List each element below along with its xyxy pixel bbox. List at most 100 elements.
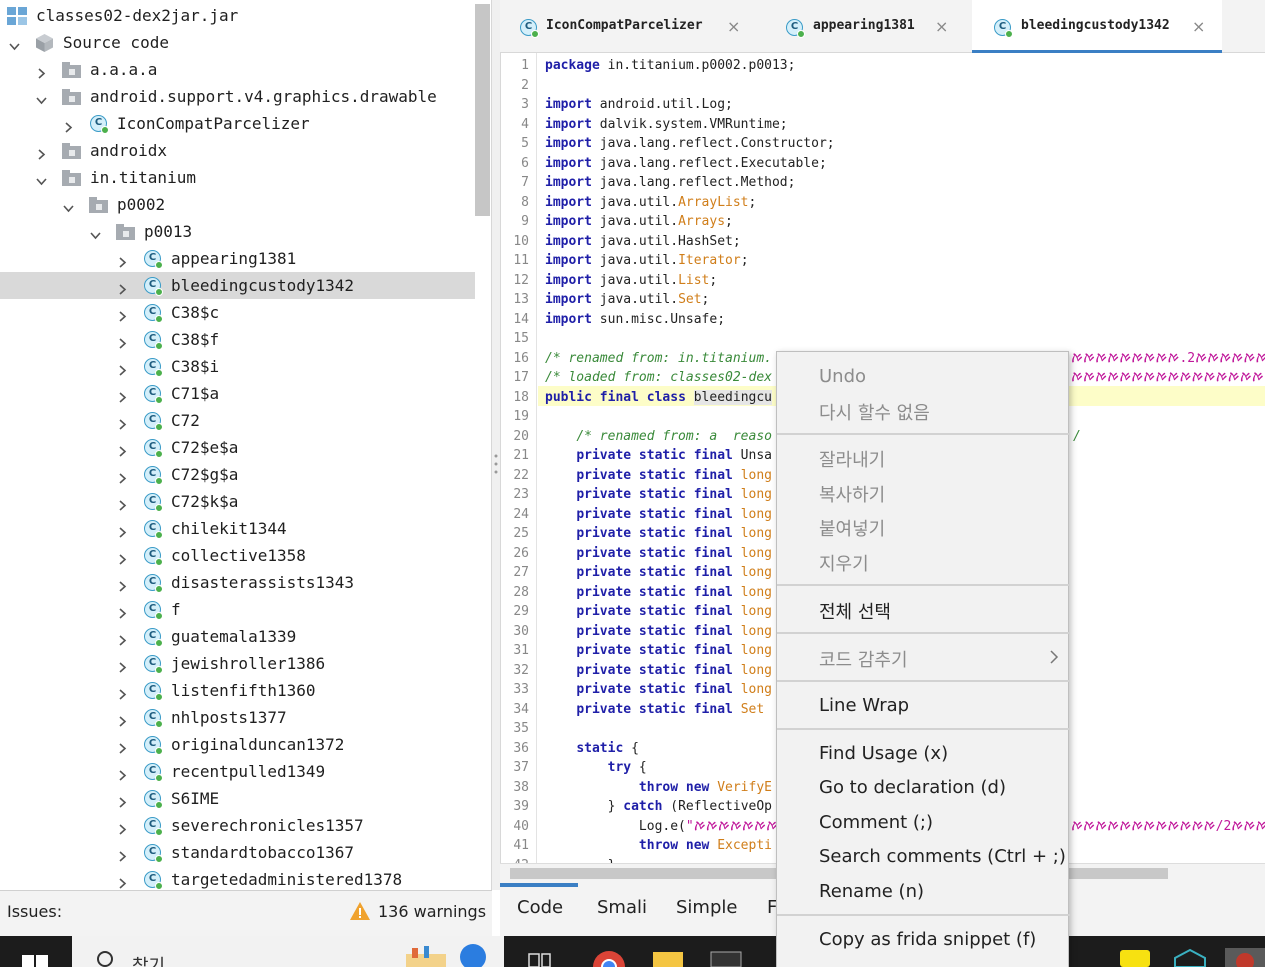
chevron-right-icon[interactable]	[117, 766, 128, 781]
menu-rename[interactable]: Rename (n)	[819, 881, 924, 902]
chevron-right-icon[interactable]	[117, 685, 128, 700]
tree-item[interactable]: Cstandardtobacco1367	[0, 839, 475, 866]
chevron-right-icon[interactable]	[117, 712, 128, 727]
tree-item[interactable]: Cdisasterassists1343	[0, 569, 475, 596]
menu-go-to-declaration[interactable]: Go to declaration (d)	[819, 777, 1006, 798]
chevron-right-icon[interactable]	[117, 334, 128, 349]
code-line[interactable]: import java.util.Arrays;	[545, 212, 733, 232]
menu-delete[interactable]: 지우기	[819, 550, 869, 576]
code-line[interactable]: private static final Set	[545, 700, 764, 720]
chevron-right-icon[interactable]	[117, 631, 128, 646]
code-line[interactable]: private static final long	[545, 661, 772, 681]
code-line[interactable]: }	[545, 856, 616, 864]
chevron-right-icon[interactable]	[117, 847, 128, 862]
tree-item[interactable]: C C71$a	[0, 380, 475, 407]
tree-item[interactable]: Coriginalduncan1372	[0, 731, 475, 758]
chevron-right-icon[interactable]	[117, 388, 128, 403]
tree-item[interactable]: Cbleedingcustody1342	[0, 272, 475, 299]
tab-smali[interactable]: Smali	[597, 897, 647, 918]
chevron-right-icon[interactable]	[117, 658, 128, 673]
close-icon[interactable]: ×	[935, 17, 948, 36]
code-line[interactable]: import java.util.Iterator;	[545, 251, 749, 271]
code-line[interactable]: import sun.misc.Unsafe;	[545, 310, 725, 330]
kakaotalk-icon[interactable]	[1118, 948, 1152, 967]
menu-comment[interactable]: Comment (;)	[819, 812, 933, 833]
code-line[interactable]: /* loaded from: classes02-dex	[545, 368, 772, 388]
menu-copy[interactable]: 복사하기	[819, 481, 885, 507]
close-icon[interactable]: ×	[1192, 17, 1205, 36]
menu-paste[interactable]: 붙여넣기	[819, 515, 885, 541]
tree-item[interactable]: p0002	[0, 191, 475, 218]
tree-item[interactable]: C C38$f	[0, 326, 475, 353]
code-line[interactable]: import java.util.Set;	[545, 290, 709, 310]
code-line[interactable]: import java.util.HashSet;	[545, 232, 741, 252]
tree-item[interactable]: C C38$c	[0, 299, 475, 326]
code-line[interactable]: throw new VerifyE	[545, 778, 772, 798]
code-line[interactable]: import java.util.List;	[545, 271, 717, 291]
app-tray-icon[interactable]	[1172, 948, 1208, 967]
chevron-right-icon[interactable]	[117, 550, 128, 565]
tree-scrollbar[interactable]	[475, 4, 490, 216]
chevron-right-icon[interactable]	[117, 253, 128, 268]
taskbar-search[interactable]: 찾기	[72, 936, 504, 967]
java-app-icon[interactable]	[1225, 948, 1265, 967]
code-line[interactable]: /* renamed from: a reaso	[545, 427, 772, 447]
chevron-right-icon[interactable]	[117, 280, 128, 295]
pane-splitter[interactable]	[492, 0, 500, 890]
menu-redo[interactable]: 다시 할수 없음	[819, 399, 930, 425]
chevron-right-icon[interactable]	[36, 64, 47, 79]
chevron-down-icon[interactable]	[36, 172, 47, 186]
tree-item[interactable]: p0013	[0, 218, 475, 245]
tree-item[interactable]: C C72$k$a	[0, 488, 475, 515]
code-line[interactable]: private static final Unsa	[545, 446, 772, 466]
tab-bleedingcustody1342[interactable]: C bleedingcustody1342 ×	[972, 0, 1222, 53]
code-line[interactable]: import java.util.ArrayList;	[545, 193, 756, 213]
tree-item[interactable]: Ctargetedadministered1378	[0, 866, 475, 890]
chevron-right-icon[interactable]	[117, 739, 128, 754]
tree-item[interactable]: Cseverechronicles1357	[0, 812, 475, 839]
tree-root[interactable]: classes02-dex2jar.jar	[0, 2, 475, 29]
chevron-right-icon[interactable]	[117, 874, 128, 889]
code-line[interactable]: throw new Excepti	[545, 836, 772, 856]
tree-item[interactable]: Crecentpulled1349	[0, 758, 475, 785]
chevron-right-icon[interactable]	[117, 577, 128, 592]
chevron-right-icon[interactable]	[63, 118, 74, 133]
tree-item[interactable]: Ccollective1358	[0, 542, 475, 569]
code-line[interactable]: import android.util.Log;	[545, 95, 733, 115]
tree-item[interactable]: Clistenfifth1360	[0, 677, 475, 704]
chevron-down-icon[interactable]	[36, 91, 47, 105]
tree-item[interactable]: androidx	[0, 137, 475, 164]
code-line[interactable]: import java.lang.reflect.Constructor;	[545, 134, 835, 154]
terminal-icon[interactable]	[709, 948, 743, 967]
tab-code[interactable]: Code	[517, 897, 563, 918]
tree-item[interactable]: Cappearing1381	[0, 245, 475, 272]
tree-item[interactable]: a.a.a.a	[0, 56, 475, 83]
chevron-right-icon[interactable]	[117, 820, 128, 835]
chevron-right-icon[interactable]	[117, 523, 128, 538]
chevron-down-icon[interactable]	[63, 199, 74, 213]
menu-select-all[interactable]: 전체 선택	[819, 598, 891, 624]
tab-iconcompatparcelizer[interactable]: C IconCompatParcelizer ×	[500, 0, 762, 53]
tree-item[interactable]: Cf	[0, 596, 475, 623]
chevron-down-icon[interactable]	[90, 226, 101, 240]
tree-item[interactable]: Cnhlposts1377	[0, 704, 475, 731]
code-line[interactable]: private static final long	[545, 524, 772, 544]
chevron-right-icon[interactable]	[117, 415, 128, 430]
menu-undo[interactable]: Undo	[819, 366, 866, 387]
code-line[interactable]: private static final long	[545, 485, 772, 505]
code-line[interactable]: Log.e("ࠀࠀࠀࠀࠀࠀࠀࠀࠀ	[545, 817, 802, 837]
menu-line-wrap[interactable]: Line Wrap	[819, 695, 909, 716]
chevron-right-icon[interactable]	[117, 496, 128, 511]
menu-hide-code[interactable]: 코드 감추기	[819, 646, 908, 672]
tree-item[interactable]: C IconCompatParcelizer	[0, 110, 475, 137]
chevron-right-icon[interactable]	[117, 793, 128, 808]
warnings-count[interactable]: 136 warnings	[378, 902, 486, 921]
code-line[interactable]: private static final long	[545, 505, 772, 525]
file-explorer-icon[interactable]	[651, 948, 685, 967]
code-line[interactable]: private static final long	[545, 544, 772, 564]
menu-find-usage[interactable]: Find Usage (x)	[819, 743, 948, 764]
code-line[interactable]: /* renamed from: in.titanium.	[545, 349, 772, 369]
chevron-right-icon[interactable]	[117, 361, 128, 376]
tree-item[interactable]: in.titanium	[0, 164, 475, 191]
task-view-icon[interactable]	[527, 948, 553, 967]
